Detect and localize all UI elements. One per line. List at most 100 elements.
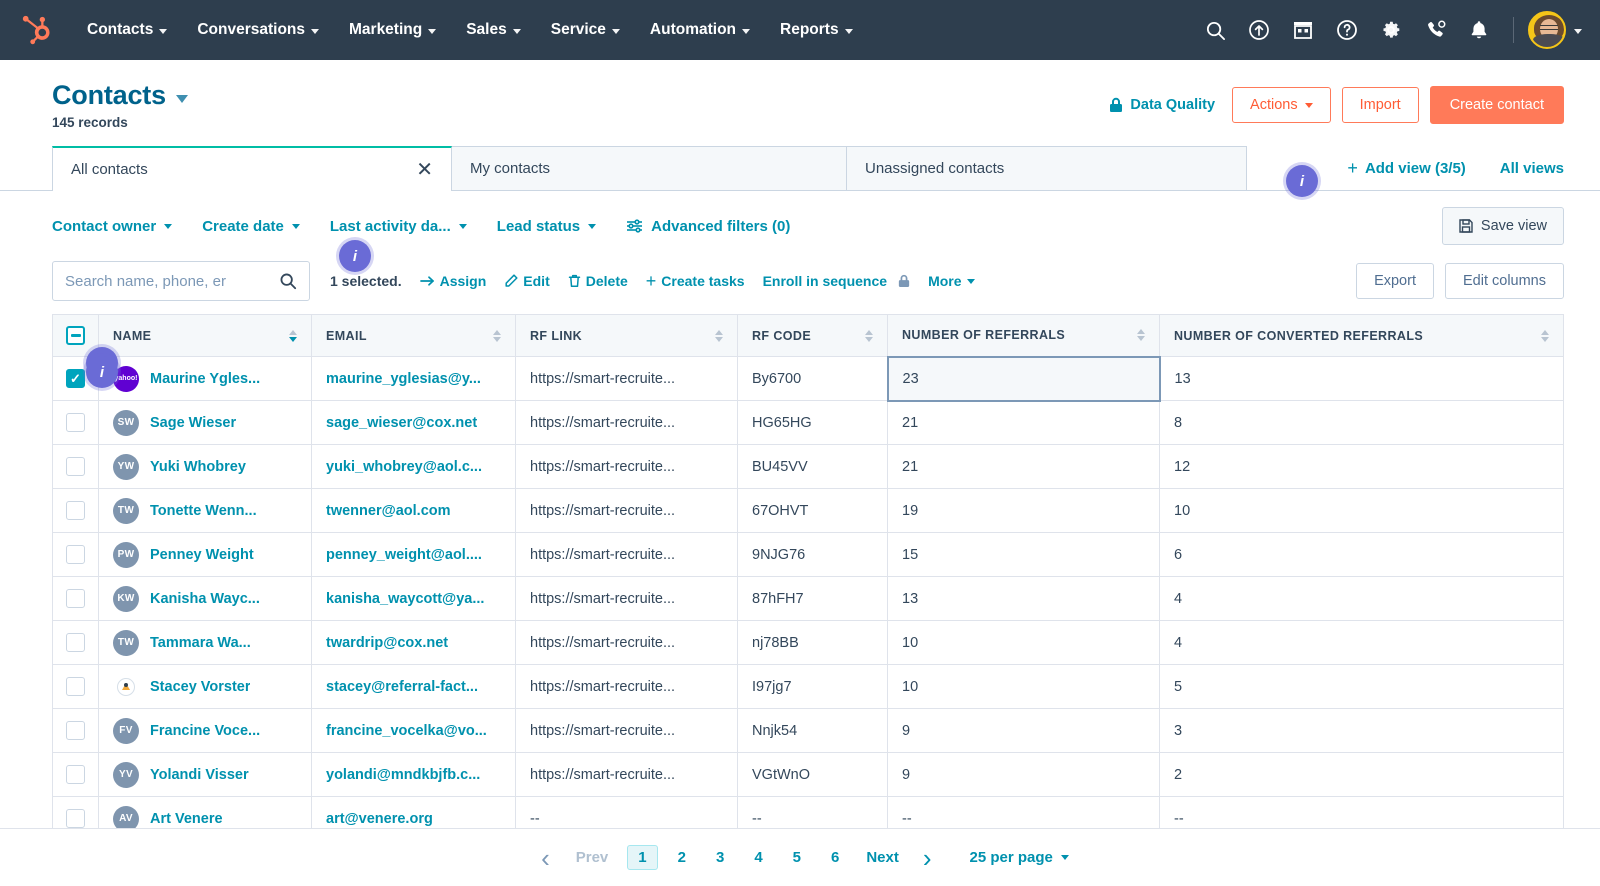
contact-name-link[interactable]: Penney Weight — [150, 547, 254, 563]
contact-name-link[interactable]: Stacey Vorster — [150, 679, 250, 695]
sort-arrows-icon[interactable] — [289, 329, 297, 342]
contact-email-link[interactable]: sage_wieser@cox.net — [326, 415, 477, 431]
contact-name-link[interactable]: Francine Voce... — [150, 723, 260, 739]
create-tasks-button[interactable]: + Create tasks — [646, 272, 745, 290]
sort-arrows-icon[interactable] — [493, 329, 501, 342]
cell-name[interactable]: KW Kanisha Wayc... — [98, 576, 312, 621]
cell-rf-link[interactable]: https://smart-recruite... — [515, 620, 738, 665]
cell-email[interactable]: twardrip@cox.net — [311, 620, 516, 665]
enroll-in-sequence-button[interactable]: Enroll in sequence — [763, 273, 910, 289]
cell-rf-code[interactable]: 87hFH7 — [737, 576, 888, 621]
cell-rf-code[interactable]: BU45VV — [737, 444, 888, 489]
cell-email[interactable]: yolandi@mndkbjfb.c... — [311, 752, 516, 797]
cell-email[interactable]: stacey@referral-fact... — [311, 664, 516, 709]
marketplace-icon[interactable] — [1283, 10, 1323, 50]
sort-arrows-icon[interactable] — [1137, 329, 1145, 342]
page-button-2[interactable]: 2 — [665, 849, 699, 866]
cell-name[interactable]: yahoo! Maurine Ygles... — [98, 356, 312, 401]
cell-number-of-converted-referrals[interactable]: 8 — [1159, 400, 1564, 445]
row-checkbox[interactable] — [66, 677, 85, 696]
cell-email[interactable]: twenner@aol.com — [311, 488, 516, 533]
cell-number-of-referrals[interactable]: 13 — [887, 576, 1160, 621]
more-actions-button[interactable]: More — [928, 273, 975, 289]
contact-name-link[interactable]: Tammara Wa... — [150, 635, 251, 651]
table-row[interactable]: SW Sage Wieser sage_wieser@cox.net https://… — [52, 400, 1564, 445]
prev-page-button[interactable]: Prev — [564, 849, 621, 866]
cell-email[interactable]: sage_wieser@cox.net — [311, 400, 516, 445]
upgrade-icon[interactable] — [1239, 10, 1279, 50]
row-select-cell[interactable] — [52, 444, 99, 489]
contact-email-link[interactable]: yolandi@mndkbjfb.c... — [326, 767, 480, 783]
table-row[interactable]: FV Francine Voce... francine_vocelka@vo...… — [52, 708, 1564, 753]
contact-name-link[interactable]: Art Venere — [150, 811, 223, 827]
nav-item-service[interactable]: Service — [536, 21, 635, 39]
page-button-1[interactable]: 1 — [627, 845, 658, 870]
contact-name-link[interactable]: Yuki Whobrey — [150, 459, 246, 475]
cell-name[interactable]: TW Tammara Wa... — [98, 620, 312, 665]
select-all-checkbox[interactable] — [66, 326, 85, 345]
cell-rf-link[interactable]: https://smart-recruite... — [515, 488, 738, 533]
row-checkbox[interactable] — [66, 765, 85, 784]
cell-rf-link[interactable]: https://smart-recruite... — [515, 532, 738, 577]
column-header-number-of-converted-referrals[interactable]: NUMBER OF CONVERTED REFERRALS — [1159, 314, 1564, 357]
prev-arrow-icon[interactable]: ‹ — [531, 845, 560, 871]
contact-name-link[interactable]: Maurine Ygles... — [150, 371, 260, 387]
edit-button[interactable]: Edit — [504, 273, 550, 289]
cell-number-of-referrals[interactable]: 19 — [887, 488, 1160, 533]
contact-email-link[interactable]: kanisha_waycott@ya... — [326, 591, 484, 607]
tab-all-contacts[interactable]: All contacts ✕ — [52, 146, 452, 191]
cell-email[interactable]: francine_vocelka@vo... — [311, 708, 516, 753]
table-row[interactable]: YW Yuki Whobrey yuki_whobrey@aol.c... https… — [52, 444, 1564, 489]
cell-number-of-converted-referrals[interactable]: 10 — [1159, 488, 1564, 533]
column-header-number-of-referrals[interactable]: NUMBER OF REFERRALS — [887, 314, 1160, 357]
close-icon[interactable]: ✕ — [416, 160, 433, 180]
cell-rf-code[interactable]: nj78BB — [737, 620, 888, 665]
contact-email-link[interactable]: francine_vocelka@vo... — [326, 723, 487, 739]
column-header-rf-link[interactable]: RF LINK — [515, 314, 738, 357]
row-select-cell[interactable] — [52, 664, 99, 709]
cell-email[interactable]: maurine_yglesias@y... — [311, 356, 516, 401]
cell-rf-code[interactable]: VGtWnO — [737, 752, 888, 797]
nav-item-contacts[interactable]: Contacts — [72, 21, 182, 39]
cell-number-of-referrals[interactable]: 23 — [886, 355, 1161, 402]
page-button-6[interactable]: 6 — [818, 849, 852, 866]
notifications-bell-icon[interactable] — [1459, 10, 1499, 50]
search-input[interactable] — [65, 272, 279, 290]
cell-number-of-converted-referrals[interactable]: 4 — [1159, 576, 1564, 621]
data-quality-link[interactable]: Data Quality — [1109, 97, 1215, 113]
per-page-selector[interactable]: 25 per page — [970, 849, 1069, 866]
cell-rf-link[interactable]: https://smart-recruite... — [515, 356, 738, 401]
row-select-cell[interactable] — [52, 400, 99, 445]
row-select-cell[interactable] — [52, 620, 99, 665]
row-checkbox[interactable] — [66, 721, 85, 740]
contact-name-link[interactable]: Tonette Wenn... — [150, 503, 257, 519]
cell-email[interactable]: kanisha_waycott@ya... — [311, 576, 516, 621]
cell-name[interactable]: SW Sage Wieser — [98, 400, 312, 445]
cell-number-of-referrals[interactable]: 10 — [887, 664, 1160, 709]
row-checkbox[interactable] — [66, 633, 85, 652]
row-checkbox[interactable] — [66, 457, 85, 476]
cell-rf-code[interactable]: HG65HG — [737, 400, 888, 445]
filter-create-date[interactable]: Create date — [202, 218, 300, 235]
cell-email[interactable]: penney_weight@aol.... — [311, 532, 516, 577]
next-arrow-icon[interactable]: › — [913, 845, 942, 871]
save-view-button[interactable]: Save view — [1441, 207, 1564, 245]
contact-name-link[interactable]: Kanisha Wayc... — [150, 591, 260, 607]
delete-button[interactable]: Delete — [568, 273, 628, 289]
cell-rf-link[interactable]: https://smart-recruite... — [515, 664, 738, 709]
cell-rf-code[interactable]: I97jg7 — [737, 664, 888, 709]
settings-gear-icon[interactable] — [1371, 10, 1411, 50]
row-checkbox[interactable] — [66, 501, 85, 520]
filter-contact-owner[interactable]: Contact owner — [52, 218, 173, 235]
column-header-name[interactable]: NAME — [98, 314, 312, 357]
page-button-4[interactable]: 4 — [741, 849, 775, 866]
next-page-button[interactable]: Next — [856, 849, 909, 866]
user-account-menu[interactable] — [1528, 11, 1582, 49]
contact-name-link[interactable]: Sage Wieser — [150, 415, 236, 431]
contact-email-link[interactable]: maurine_yglesias@y... — [326, 371, 481, 387]
cell-number-of-referrals[interactable]: 21 — [887, 400, 1160, 445]
cell-rf-link[interactable]: https://smart-recruite... — [515, 752, 738, 797]
table-row[interactable]: TW Tonette Wenn... twenner@aol.com https://… — [52, 488, 1564, 533]
row-checkbox[interactable] — [66, 413, 85, 432]
nav-item-automation[interactable]: Automation — [635, 21, 765, 39]
